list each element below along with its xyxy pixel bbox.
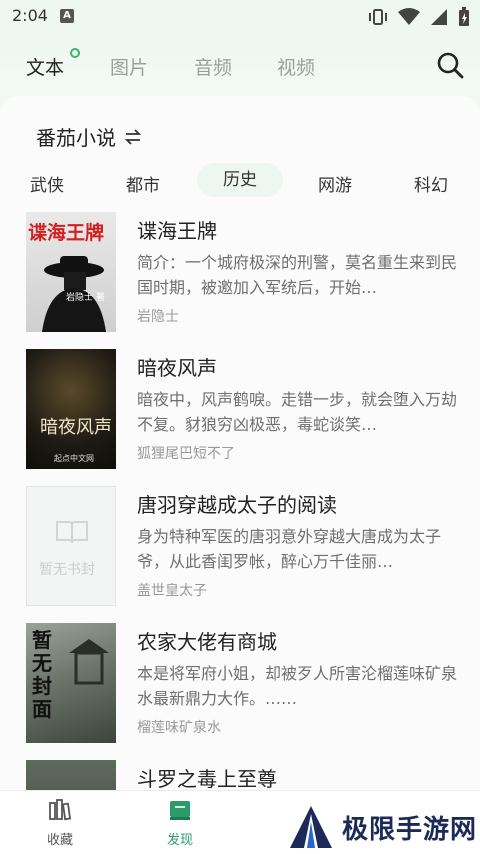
category-tabs: 武侠 都市 历史 网游 科幻 bbox=[0, 163, 480, 199]
nav-bookshelf-label: 收藏 bbox=[46, 833, 73, 848]
tab-audio[interactable]: 音频 bbox=[194, 53, 232, 80]
book-title: 谍海王牌 bbox=[137, 219, 217, 243]
signal-icon bbox=[431, 9, 447, 25]
book-cover bbox=[26, 760, 116, 790]
vibrate-icon bbox=[369, 9, 387, 25]
source-name: 番茄小说 bbox=[36, 126, 116, 150]
book-author: 盖世皇太子 bbox=[137, 583, 207, 599]
book-title: 暗夜风声 bbox=[137, 356, 217, 380]
book-title: 斗罗之毒上至尊 bbox=[137, 767, 277, 790]
book-title: 唐羽穿越成太子的阅读 bbox=[137, 493, 337, 517]
book-placeholder-icon bbox=[56, 521, 88, 544]
nav-bookshelf[interactable]: 收藏 bbox=[30, 799, 90, 848]
watermark-text: 极限手游网 bbox=[342, 814, 478, 845]
book-cover-placeholder: 暂无书封 bbox=[26, 486, 116, 606]
wifi-icon bbox=[398, 8, 420, 25]
status-icons bbox=[368, 7, 470, 27]
category-lishi[interactable]: 历史 bbox=[197, 163, 283, 197]
battery-icon bbox=[459, 7, 469, 26]
book-description: 本是将军府小姐，却被歹人所害沦榴莲味矿泉水最新鼎力大作。…… bbox=[137, 664, 458, 708]
category-kehuan[interactable]: 科幻 bbox=[414, 171, 448, 196]
category-dushi[interactable]: 都市 bbox=[126, 171, 160, 196]
book-item[interactable]: 谍海王牌 岩隐士 著 谍海王牌 简介：一个城府极深的刑警，莫名重生来到民国时期，… bbox=[26, 212, 466, 336]
cover-pavilion-icon bbox=[69, 639, 109, 685]
book-item[interactable]: 暗夜风声 起点中文网 暗夜风声 暗夜中，风声鹤唳。走错一步，就会堕入万劫不复。豺… bbox=[26, 349, 466, 473]
cover-author: 岩隐士 著 bbox=[66, 293, 105, 303]
nav-discover[interactable]: 发现 bbox=[150, 799, 210, 848]
book-cover: 谍海王牌 岩隐士 著 bbox=[26, 212, 116, 332]
discover-icon bbox=[170, 801, 190, 820]
book-author: 榴莲味矿泉水 bbox=[137, 720, 221, 736]
book-description: 暗夜中，风声鹤唳。走错一步，就会堕入万劫不复。豺狼穷凶极恶，毒蛇谈笑… bbox=[137, 390, 458, 434]
cover-footer: 起点中文网 bbox=[54, 454, 94, 463]
notification-a-icon: A bbox=[60, 9, 74, 23]
category-wangyou[interactable]: 网游 bbox=[318, 171, 352, 196]
source-selector[interactable]: 番茄小说 bbox=[36, 122, 142, 151]
tab-video[interactable]: 视频 bbox=[277, 53, 315, 80]
watermark-logo: 极限手游网 bbox=[288, 800, 478, 854]
book-item[interactable]: 暂无封面 农家大佬有商城 本是将军府小姐，却被歹人所害沦榴莲味矿泉水最新鼎力大作… bbox=[26, 623, 466, 747]
status-time: 2:04 bbox=[12, 6, 48, 25]
active-dot-icon bbox=[70, 48, 80, 58]
nav-discover-label: 发现 bbox=[166, 833, 193, 848]
media-tabs: 文本 图片 音频 视频 bbox=[0, 45, 480, 89]
cover-title: 暂无封面 bbox=[32, 628, 52, 721]
book-cover: 暗夜风声 起点中文网 bbox=[26, 349, 116, 469]
cover-title: 谍海王牌 bbox=[28, 222, 105, 244]
book-description: 简介：一个城府极深的刑警，莫名重生来到民国时期，被邀加入军统后，开始… bbox=[137, 253, 458, 297]
cover-figure-icon bbox=[42, 256, 106, 332]
tab-images[interactable]: 图片 bbox=[110, 53, 148, 80]
book-cover: 暂无封面 bbox=[26, 623, 116, 743]
watermark-mountain-icon bbox=[290, 806, 332, 848]
cover-placeholder-text: 暂无书封 bbox=[39, 562, 95, 578]
swap-icon bbox=[124, 128, 142, 145]
book-item[interactable]: 斗罗之毒上至尊 bbox=[26, 760, 466, 790]
book-description: 身为特种军医的唐羽意外穿越大唐成为太子爷，从此香闺罗帐，醉心万千佳丽… bbox=[137, 527, 442, 571]
book-item[interactable]: 暂无书封 唐羽穿越成太子的阅读 身为特种军医的唐羽意外穿越大唐成为太子爷，从此香… bbox=[26, 486, 466, 610]
book-author: 狐狸尾巴短不了 bbox=[137, 446, 235, 462]
category-wuxia[interactable]: 武侠 bbox=[30, 171, 64, 196]
book-title: 农家大佬有商城 bbox=[137, 630, 277, 654]
status-bar: 2:04 A bbox=[0, 0, 480, 34]
tab-text[interactable]: 文本 bbox=[26, 53, 64, 80]
search-icon[interactable] bbox=[436, 51, 464, 79]
cover-title: 暗夜风声 bbox=[40, 417, 112, 438]
book-author: 岩隐士 bbox=[137, 309, 179, 325]
bookshelf-icon bbox=[49, 799, 72, 821]
